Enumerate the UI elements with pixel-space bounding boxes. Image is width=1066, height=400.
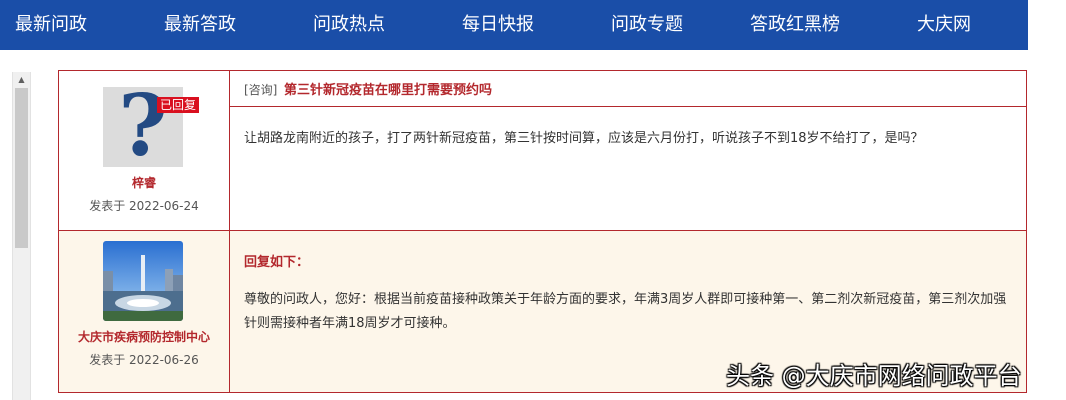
vertical-scrollbar[interactable]: ▲ <box>12 72 31 400</box>
question-mark-icon: ? <box>118 76 168 175</box>
source-watermark: 头条 @大庆市网络问政平台 <box>726 362 1022 390</box>
top-nav: 最新问政 最新答政 问政热点 每日快报 问政专题 答政红黑榜 大庆网 <box>0 0 1028 50</box>
question-title[interactable]: 第三针新冠疫苗在哪里打需要预约吗 <box>284 79 492 98</box>
question-author-name[interactable]: 梓睿 <box>59 174 229 191</box>
nav-item-latest-questions[interactable]: 最新问政 <box>15 0 87 50</box>
agency-avatar-photo <box>103 241 183 321</box>
nav-item-special-topics[interactable]: 问政专题 <box>611 0 683 50</box>
question-title-bar: [咨询] 第三针新冠疫苗在哪里打需要预约吗 <box>229 71 1026 107</box>
question-body: 让胡路龙南附近的孩子，打了两针新冠疫苗，第三针按时间算，应该是六月份打，听说孩子… <box>244 131 924 146</box>
reply-author-panel: 大庆市疾病预防控制中心 发表于 2022-06-26 <box>59 231 230 392</box>
replied-badge: 已回复 <box>157 97 200 113</box>
avatar: ? 已回复 <box>103 81 200 171</box>
nav-item-daqing-net[interactable]: 大庆网 <box>917 0 971 50</box>
scroll-thumb[interactable] <box>15 88 28 248</box>
reply-heading: 回复如下： <box>244 255 310 270</box>
question-post-date: 发表于 2022-06-24 <box>89 199 199 213</box>
city-square-image-icon <box>103 241 183 321</box>
question-category: [咨询] <box>244 83 278 97</box>
question-post: ? 已回复 梓睿 发表于 2022-06-24 [咨询] 第三针新冠疫苗在哪里打… <box>58 70 1027 231</box>
reply-body: 尊敬的问政人，您好：根据当前疫苗接种政策关于年龄方面的要求，年满3周岁人群即可接… <box>244 292 1007 331</box>
reply-post-date: 发表于 2022-06-26 <box>89 353 199 367</box>
reply-author-name[interactable]: 大庆市疾病预防控制中心 <box>59 328 229 345</box>
question-author-panel: ? 已回复 梓睿 发表于 2022-06-24 <box>59 71 230 230</box>
nav-item-hot-topics[interactable]: 问政热点 <box>313 0 385 50</box>
scroll-up-arrow-icon[interactable]: ▲ <box>13 72 30 88</box>
nav-item-red-black-list[interactable]: 答政红黑榜 <box>750 0 840 50</box>
nav-item-latest-answers[interactable]: 最新答政 <box>164 0 236 50</box>
nav-item-daily-report[interactable]: 每日快报 <box>462 0 534 50</box>
